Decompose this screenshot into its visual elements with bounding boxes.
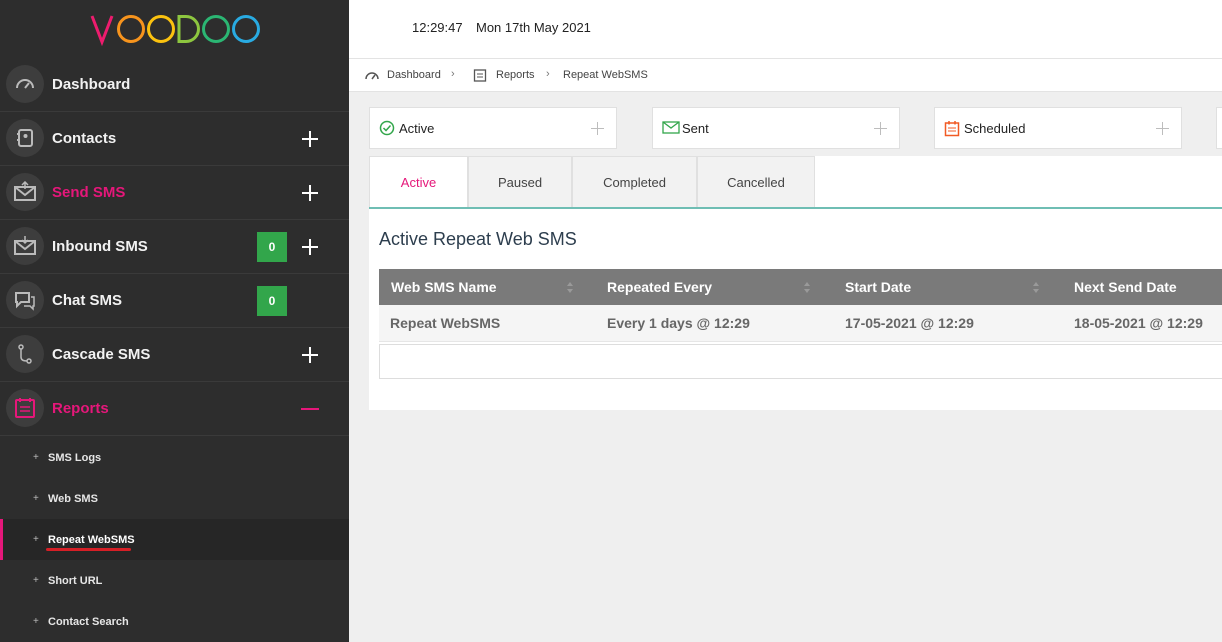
sidebar-item-label: Chat SMS [52, 292, 123, 309]
sidebar-item-label: Contacts [52, 130, 117, 147]
sidebar-item-dashboard[interactable]: Dashboard [0, 58, 349, 112]
envelope-inbound-icon [6, 227, 44, 265]
sidebar-item-label: Inbound SMS [52, 238, 148, 255]
main-panel: Active Paused Completed Cancelled Active… [369, 156, 1222, 410]
gauge-icon [6, 65, 44, 103]
card-scheduled[interactable]: Scheduled [934, 107, 1182, 149]
breadcrumb-dashboard[interactable]: Dashboard [387, 69, 441, 81]
calendar-icon [473, 69, 487, 82]
table-header: Web SMS Name Repeated Every Start Date N… [379, 269, 1222, 305]
top-header: 12:29:47 Mon 17th May 2021 [349, 0, 1222, 59]
cascade-branch-icon [6, 335, 44, 373]
bullet-plus-icon: + [33, 616, 39, 627]
bullet-plus-icon: + [33, 534, 39, 545]
table-footer [379, 344, 1222, 379]
sort-icon[interactable] [803, 282, 811, 294]
sidebar-subitem-label: Contact Search [48, 615, 129, 628]
tab-paused[interactable]: Paused [468, 156, 572, 207]
tab-cancelled[interactable]: Cancelled [697, 156, 815, 207]
sidebar-subitem-web-sms[interactable]: + Web SMS [0, 478, 349, 519]
card-label: Active [399, 121, 435, 136]
sort-icon[interactable] [1032, 282, 1040, 294]
sort-icon[interactable] [566, 282, 574, 294]
card-more[interactable] [1216, 107, 1222, 149]
voodoo-logo[interactable] [0, 0, 349, 57]
card-sent[interactable]: Sent [652, 107, 900, 149]
column-header-next-send-date[interactable]: Next Send Date [1074, 279, 1177, 295]
expand-plus-icon[interactable] [300, 183, 320, 203]
column-header-repeated[interactable]: Repeated Every [607, 279, 712, 295]
cell-repeated: Every 1 days @ 12:29 [607, 315, 750, 331]
expand-plus-icon[interactable] [300, 237, 320, 257]
active-indicator [0, 519, 3, 560]
cell-next-send-date: 18-05-2021 @ 12:29 [1074, 315, 1203, 331]
card-label: Scheduled [964, 121, 1026, 136]
collapse-minus-icon[interactable] [301, 407, 319, 410]
sidebar-item-send-sms[interactable]: Send SMS [0, 166, 349, 220]
status-tabs: Active Paused Completed Cancelled [369, 156, 1222, 209]
highlight-underline [46, 548, 131, 551]
current-date: Mon 17th May 2021 [476, 20, 591, 35]
chat-count-badge: 0 [257, 286, 287, 316]
sidebar-subitem-repeat-websms[interactable]: + Repeat WebSMS [0, 519, 349, 560]
sidebar-subitem-short-url[interactable]: + Short URL [0, 560, 349, 601]
cell-start-date: 17-05-2021 @ 12:29 [845, 315, 974, 331]
expand-plus-icon[interactable] [1156, 122, 1169, 135]
sidebar-subitem-sms-logs[interactable]: + SMS Logs [0, 437, 349, 478]
sidebar-subitem-label: Repeat WebSMS [48, 533, 135, 546]
breadcrumb-current: Repeat WebSMS [563, 69, 648, 81]
envelope-send-icon [6, 173, 44, 211]
column-header-start-date[interactable]: Start Date [845, 279, 911, 295]
inbound-count-badge: 0 [257, 232, 287, 262]
sidebar-item-label: Send SMS [52, 184, 126, 201]
cell-name[interactable]: Repeat WebSMS [390, 315, 500, 331]
sidebar-subitem-contact-search[interactable]: + Contact Search [0, 601, 349, 642]
contacts-book-icon [6, 119, 44, 157]
column-header-name[interactable]: Web SMS Name [391, 279, 497, 295]
bullet-plus-icon: + [33, 493, 39, 504]
breadcrumb-reports[interactable]: Reports [496, 69, 535, 81]
sidebar-item-label: Reports [52, 400, 109, 417]
envelope-icon [662, 121, 680, 134]
sidebar-item-chat-sms[interactable]: Chat SMS 0 [0, 274, 349, 328]
check-circle-icon [379, 120, 395, 136]
bullet-plus-icon: + [33, 575, 39, 586]
page-title: Active Repeat Web SMS [379, 229, 577, 249]
sidebar-subitem-label: Short URL [48, 574, 103, 587]
chat-bubble-icon [6, 281, 44, 319]
calendar-report-icon [6, 389, 44, 427]
sidebar-item-contacts[interactable]: Contacts [0, 112, 349, 166]
tab-completed[interactable]: Completed [572, 156, 697, 207]
expand-plus-icon[interactable] [300, 129, 320, 149]
breadcrumb-separator: › [546, 68, 550, 80]
calendar-icon [944, 121, 960, 137]
sidebar-item-label: Cascade SMS [52, 346, 151, 363]
sidebar-item-inbound-sms[interactable]: Inbound SMS 0 [0, 220, 349, 274]
sidebar-item-reports[interactable]: Reports [0, 382, 349, 436]
sidebar-item-cascade-sms[interactable]: Cascade SMS [0, 328, 349, 382]
sidebar: Dashboard Contacts Send SMS Inbound SMS … [0, 0, 349, 642]
card-active[interactable]: Active [369, 107, 617, 149]
clock-time: 12:29:47 [412, 20, 463, 35]
sidebar-subitem-label: SMS Logs [48, 451, 102, 464]
card-label: Sent [682, 121, 709, 136]
sidebar-item-label: Dashboard [52, 76, 131, 93]
tab-active[interactable]: Active [369, 156, 468, 207]
breadcrumb-separator: › [451, 68, 455, 80]
sidebar-subitem-label: Web SMS [48, 492, 98, 505]
breadcrumb: Dashboard › Reports › Repeat WebSMS [349, 59, 1222, 92]
expand-plus-icon[interactable] [591, 122, 604, 135]
expand-plus-icon[interactable] [874, 122, 887, 135]
expand-plus-icon[interactable] [300, 345, 320, 365]
table-row[interactable]: Repeat WebSMS Every 1 days @ 12:29 17-05… [379, 305, 1222, 342]
bullet-plus-icon: + [33, 452, 39, 463]
gauge-icon [365, 72, 379, 80]
